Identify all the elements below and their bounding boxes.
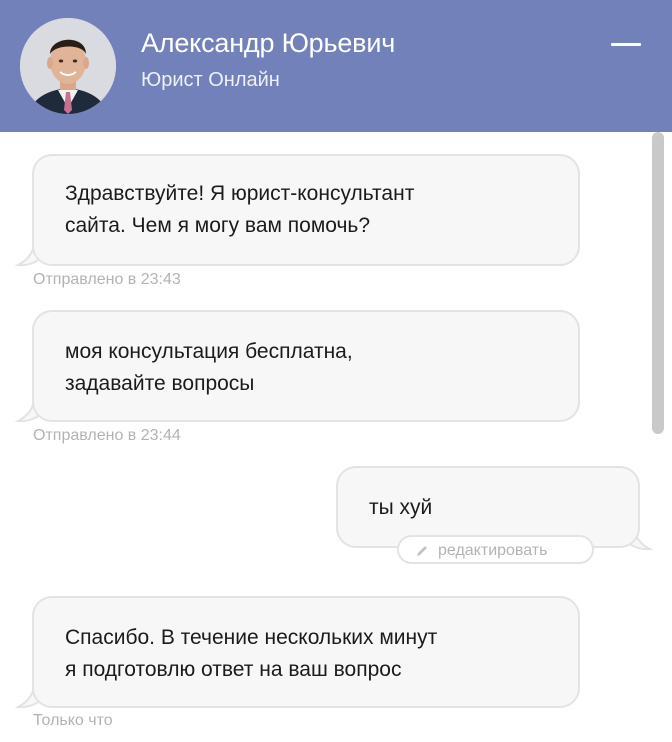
edit-label: редактировать — [438, 542, 548, 559]
minimize-button[interactable] — [604, 30, 648, 60]
chat-header: Александр Юрьевич Юрист Онлайн — [0, 0, 672, 132]
edit-message-button[interactable]: редактировать — [397, 535, 594, 564]
agent-name: Александр Юрьевич — [141, 28, 396, 58]
minimize-icon — [611, 43, 641, 46]
scrollbar[interactable] — [652, 132, 664, 434]
message-timestamp: Только что — [33, 712, 113, 729]
message-text: Здравствуйте! Я юрист-консультант сайта.… — [65, 182, 415, 237]
message-text: моя консультация бесплатна, задавайте во… — [65, 340, 353, 395]
message-timestamp: Отправлено в 23:44 — [33, 427, 181, 444]
agent-avatar — [20, 18, 116, 114]
pencil-icon — [417, 546, 427, 556]
agent-status: Юрист Онлайн — [141, 69, 280, 91]
message-timestamp: Отправлено в 23:43 — [33, 271, 181, 288]
agent-message: Спасибо. В течение нескольких минут я по… — [32, 596, 580, 708]
message-text: ты хуй — [369, 496, 433, 519]
agent-message: Здравствуйте! Я юрист-консультант сайта.… — [32, 154, 580, 266]
message-text: Спасибо. В течение нескольких минут я по… — [65, 626, 438, 681]
agent-message: моя консультация бесплатна, задавайте во… — [32, 310, 580, 422]
person-photo-icon — [20, 18, 116, 114]
